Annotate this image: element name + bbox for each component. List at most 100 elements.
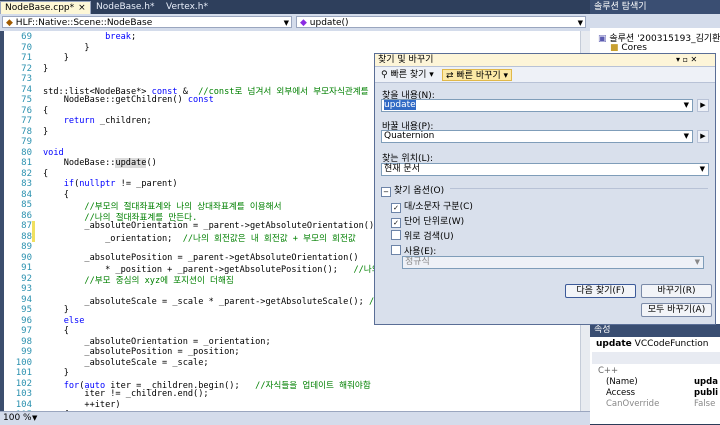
find-options-toggle[interactable]: − 찾기 옵션(O) [381, 183, 444, 197]
replace-with-value: Quaternion [384, 131, 435, 141]
find-next-button[interactable]: 다음 찾기(F) [565, 284, 636, 298]
code-line[interactable]: } [43, 368, 69, 378]
code-line[interactable]: NodeBase::update() [43, 158, 157, 168]
chevron-down-icon[interactable]: ▼ [684, 131, 689, 142]
replace-expression-button[interactable]: ▶ [697, 130, 709, 143]
solution-explorer-title: 솔루션 탐색기 [590, 0, 720, 14]
match-case-checkbox[interactable]: ✓ 대/소문자 구분(C) [391, 199, 473, 213]
dock-icon[interactable]: ▫ [683, 55, 688, 64]
code-line[interactable]: { [43, 106, 48, 116]
whole-word-checkbox[interactable]: ✓ 단어 단위로(W) [391, 214, 464, 228]
code-line[interactable]: { [43, 190, 69, 200]
scope-value: HLF::Native::Scene::NodeBase [15, 18, 153, 28]
code-line[interactable]: } [43, 127, 48, 137]
find-expression-button[interactable]: ▶ [697, 99, 709, 112]
chevron-down-icon: ▼ [694, 258, 700, 266]
code-line[interactable]: } [43, 305, 69, 315]
code-line[interactable]: iter != _children.end(); [43, 389, 208, 399]
quick-find-label: 빠른 찾기 [390, 70, 427, 80]
line-number: 101 [15, 368, 32, 378]
code-line[interactable]: { [43, 169, 48, 179]
document-tab-strip: NodeBase.cpp* × NodeBase.h* Vertex.h* [0, 0, 590, 15]
chevron-down-icon[interactable]: ▼ [684, 100, 689, 111]
close-icon[interactable]: ✕ [691, 55, 698, 64]
line-number: 71 [21, 53, 32, 63]
find-what-value: update [384, 100, 416, 110]
code-line[interactable]: } [43, 64, 48, 74]
line-number: 100 [15, 357, 32, 368]
code-line[interactable]: _absoluteScale = _scale; [43, 358, 208, 368]
code-line[interactable]: NodeBase::getChildren() const [43, 95, 214, 105]
project-node-cores[interactable]: ■ Cores [610, 43, 647, 53]
tab-label: NodeBase.cpp* [5, 3, 75, 13]
code-line[interactable]: _absolutePosition = _position; [43, 347, 239, 357]
code-line[interactable]: //부모 중심의 xyz에 포지션이 더해짐 [43, 274, 233, 286]
project-label: Cores [621, 43, 647, 53]
whole-word-label: 단어 단위로(W) [404, 217, 465, 227]
property-row[interactable]: Access publi [596, 388, 720, 399]
code-line[interactable]: _absoluteOrientation = _parent->getAbsol… [43, 221, 420, 231]
chevron-down-icon[interactable]: ▼ [32, 412, 37, 425]
code-line[interactable]: else [43, 316, 85, 326]
dialog-title: 찾기 및 바꾸기 [375, 54, 715, 67]
close-icon[interactable]: × [78, 3, 86, 13]
property-name: Access [606, 388, 636, 398]
zoom-level[interactable]: 100 % [3, 412, 32, 425]
search-up-checkbox[interactable]: 위로 검색(U) [391, 229, 454, 242]
code-line[interactable]: _absoluteScale = _scale * _parent->getAb… [43, 295, 411, 307]
replace-with-input[interactable]: Quaternion ▼ [381, 130, 693, 143]
properties-object[interactable]: update VCCodeFunction [596, 339, 708, 349]
look-in-value: 현재 문서 [384, 164, 420, 174]
code-line[interactable]: ++iter) [43, 400, 120, 410]
line-number: 104 [15, 399, 32, 410]
line-number: 84 [21, 189, 32, 200]
quick-find-tab[interactable]: ⚲ 빠른 찾기 ▾ [378, 69, 437, 81]
checkbox-empty [391, 230, 401, 240]
pin-icon[interactable]: ▾ [676, 55, 680, 64]
code-line[interactable]: _absoluteOrientation = _orientation; [43, 337, 270, 347]
line-number: 70 [21, 42, 32, 53]
dialog-window-buttons: ▾ ▫ ✕ [676, 55, 697, 64]
line-number: 93 [21, 284, 32, 294]
use-type-dropdown[interactable]: 정규식 ▼ [402, 256, 704, 269]
line-number: 90 [21, 252, 32, 263]
property-value: False [694, 399, 716, 409]
replace-all-button[interactable]: 모두 바꾸기(A) [641, 303, 712, 317]
property-name: CanOverride [606, 399, 660, 409]
code-line[interactable]: break; [43, 32, 136, 42]
property-row[interactable]: CanOverride False [596, 399, 720, 410]
code-line[interactable]: return _children; [43, 116, 152, 126]
properties-toolbar [592, 352, 720, 364]
code-line[interactable]: if(nullptr != _parent) [43, 179, 178, 189]
scope-dropdown[interactable]: ◆ HLF::Native::Scene::NodeBase ▼ [2, 16, 292, 28]
code-line[interactable]: } [43, 53, 69, 63]
code-line[interactable]: void [43, 148, 64, 158]
find-what-input[interactable]: update ▼ [381, 99, 693, 112]
line-number: 69 [21, 32, 32, 42]
replace-button[interactable]: 바꾸기(R) [641, 284, 712, 298]
quick-replace-label: 빠른 바꾸기 [456, 71, 501, 81]
line-number: 86 [21, 210, 32, 221]
code-line[interactable]: _orientation; //나의 회전값은 내 회전값 + 부모의 회전값 [43, 232, 356, 244]
look-in-dropdown[interactable]: 현재 문서 ▼ [381, 163, 709, 176]
changed-line-marker [32, 221, 35, 232]
line-number: 73 [21, 74, 32, 84]
use-type-value: 정규식 [405, 257, 430, 267]
property-row[interactable]: C++ [596, 366, 720, 377]
tab-vertex-h[interactable]: Vertex.h* [162, 1, 212, 14]
member-dropdown[interactable]: ◆ update() ▼ [296, 16, 586, 28]
code-line[interactable]: { [43, 326, 69, 336]
line-number: 91 [21, 263, 32, 273]
member-value: update() [309, 18, 349, 28]
property-value: publi [694, 388, 719, 398]
line-number: 72 [21, 63, 32, 74]
tab-nodebase-h[interactable]: NodeBase.h* [92, 1, 158, 14]
tab-nodebase-cpp[interactable]: NodeBase.cpp* × [0, 1, 91, 15]
code-line[interactable]: } [43, 43, 89, 53]
options-divider [450, 188, 708, 189]
chevron-down-icon: ▼ [577, 19, 583, 27]
code-line[interactable]: _absolutePosition = _parent->getAbsolute… [43, 253, 358, 263]
folder-icon: ■ [610, 43, 622, 53]
property-row[interactable]: (Name) upda [596, 377, 720, 388]
quick-replace-tab[interactable]: ⇄ 빠른 바꾸기 ▾ [442, 69, 513, 81]
